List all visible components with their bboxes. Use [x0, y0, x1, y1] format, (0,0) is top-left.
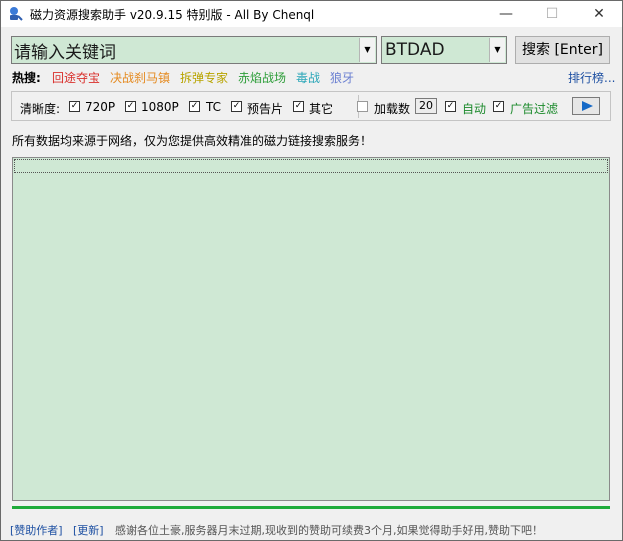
- status-bar: [赞助作者] [更新] 感谢各位土豪,服务器月末过期,现收到的赞助可续费3个月,…: [1, 518, 622, 540]
- checkbox-other[interactable]: ✓: [293, 101, 304, 112]
- checkbox-label: 其它: [309, 102, 334, 116]
- source-site-value: BTDAD: [385, 40, 445, 60]
- hot-search-item[interactable]: 狼牙: [330, 69, 354, 86]
- focus-row: [14, 159, 608, 173]
- checkbox-trailer[interactable]: ✓: [231, 101, 242, 112]
- magnet-search-icon: [10, 7, 23, 21]
- ad-filter-label: 广告过滤: [510, 102, 559, 116]
- play-icon: [582, 101, 593, 111]
- results-list[interactable]: [12, 157, 610, 501]
- checkbox-load-count[interactable]: [357, 101, 368, 112]
- checkbox-720p[interactable]: ✓: [69, 101, 80, 112]
- checkbox-ad-filter[interactable]: ✓: [493, 101, 504, 112]
- app-window: 磁力资源搜索助手 v20.9.15 特别版 - All By Chenql — …: [0, 0, 623, 541]
- search-button[interactable]: 搜索 [Enter]: [515, 36, 610, 64]
- status-message: 感谢各位土豪,服务器月末过期,现收到的赞助可续费3个月,如果觉得助手好用,赞助下…: [115, 524, 543, 537]
- notice-text: 所有数据均来源于网络，仅为您提供高效精准的磁力链接搜索服务！: [12, 134, 373, 148]
- filter-panel: 清晰度: ✓ 720P ✓ 1080P ✓ TC ✓ 预告片 ✓ 其它 加载数 …: [11, 91, 611, 121]
- checkbox-label: TC: [206, 100, 222, 114]
- chevron-down-icon[interactable]: ▼: [489, 38, 505, 62]
- ranking-link[interactable]: 排行榜...: [568, 69, 615, 86]
- checkbox-label: 1080P: [141, 100, 179, 114]
- checkbox-auto[interactable]: ✓: [445, 101, 456, 112]
- source-site-select[interactable]: BTDAD ▼: [381, 36, 507, 64]
- load-count-label: 加载数: [374, 102, 411, 116]
- clarity-label: 清晰度:: [20, 102, 61, 116]
- hot-search-item[interactable]: 回途夺宝: [52, 69, 100, 86]
- keyword-combobox[interactable]: ▼: [11, 36, 377, 64]
- keyword-input[interactable]: [14, 39, 356, 61]
- checkbox-tc[interactable]: ✓: [189, 101, 200, 112]
- update-link[interactable]: [更新]: [73, 522, 104, 538]
- chevron-down-icon[interactable]: ▼: [359, 38, 375, 62]
- hot-search-item[interactable]: 赤焰战场: [238, 69, 286, 86]
- checkbox-label: 720P: [85, 100, 116, 114]
- progress-bar: [12, 506, 610, 509]
- hot-search-item[interactable]: 拆弹专家: [180, 69, 228, 86]
- load-count-input[interactable]: 20: [415, 98, 437, 114]
- donate-link[interactable]: [赞助作者]: [10, 522, 63, 538]
- checkbox-label: 预告片: [247, 102, 284, 116]
- window-title: 磁力资源搜索助手 v20.9.15 特别版 - All By Chenql: [30, 8, 315, 22]
- title-bar: 磁力资源搜索助手 v20.9.15 特别版 - All By Chenql — …: [1, 1, 622, 27]
- start-button[interactable]: [572, 97, 600, 115]
- maximize-button[interactable]: ☐: [529, 1, 575, 27]
- hot-search-item[interactable]: 毒战: [296, 69, 320, 86]
- auto-label: 自动: [462, 102, 487, 116]
- close-button[interactable]: ✕: [576, 1, 622, 27]
- checkbox-1080p[interactable]: ✓: [125, 101, 136, 112]
- minimize-button[interactable]: —: [483, 1, 529, 27]
- hot-search-label: 热搜:: [12, 71, 41, 85]
- hot-search-item[interactable]: 决战刹马镇: [110, 69, 170, 86]
